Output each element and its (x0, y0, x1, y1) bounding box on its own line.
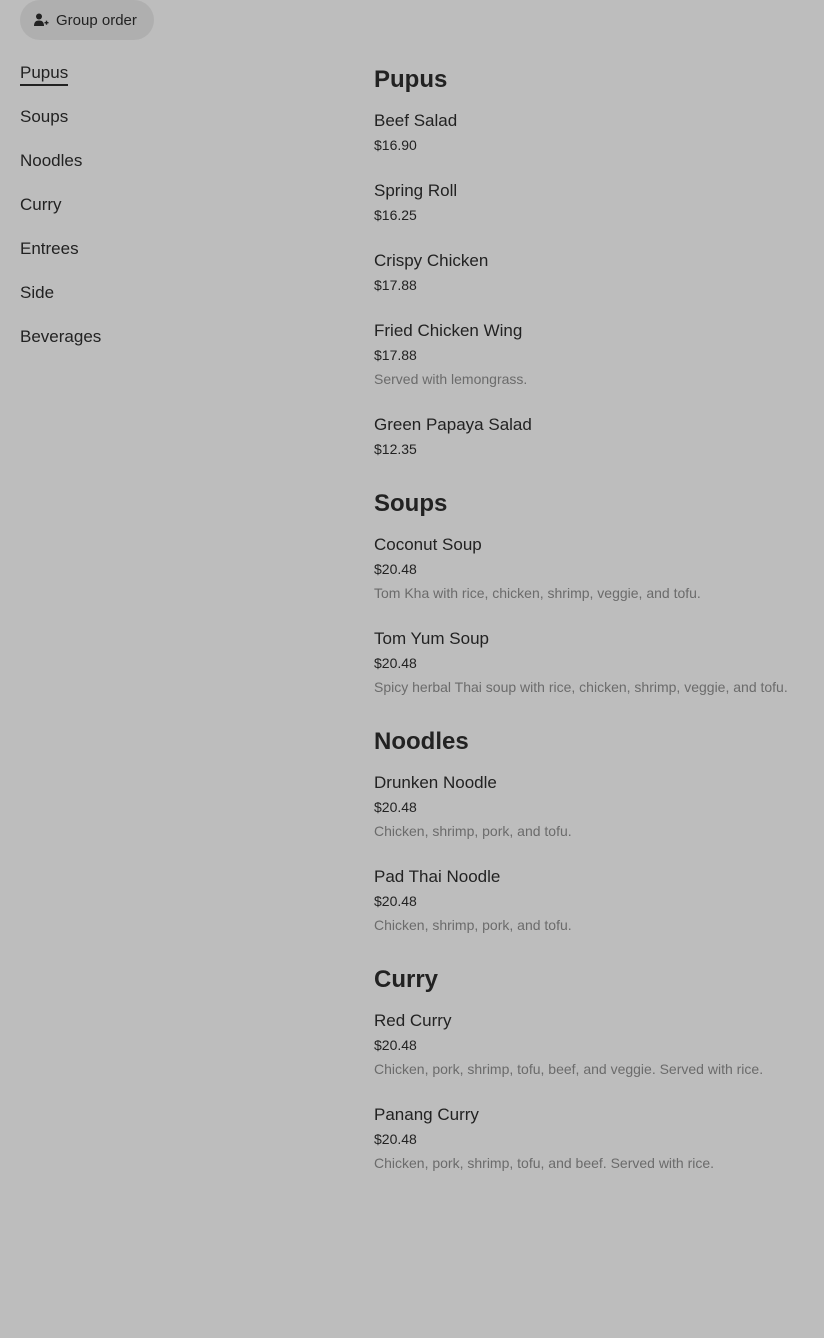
item-name: Beef Salad (374, 111, 458, 130)
menu-item[interactable]: Panang Curry $20.48 Chicken, pork, shrim… (374, 1104, 814, 1172)
item-description: Tom Kha with rice, chicken, shrimp, vegg… (374, 585, 701, 601)
menu-item[interactable]: Red Curry $20.48 Chicken, pork, shrimp, … (374, 1010, 814, 1078)
item-name: Red Curry (374, 1011, 452, 1030)
item-name: Drunken Noodle (374, 773, 497, 792)
nav-item-entrees[interactable]: Entrees (20, 238, 101, 282)
item-name: Panang Curry (374, 1105, 479, 1124)
item-description: Chicken, pork, shrimp, tofu, and beef. S… (374, 1155, 715, 1171)
menu-item[interactable]: Coconut Soup $20.48 Tom Kha with rice, c… (374, 534, 814, 602)
nav-item-pupus[interactable]: Pupus (20, 62, 101, 106)
item-price: $20.48 (374, 1037, 417, 1053)
group-order-label: Group order (56, 11, 137, 29)
item-price: $20.48 (374, 799, 417, 815)
item-name: Crispy Chicken (374, 251, 489, 270)
menu-item[interactable]: Fried Chicken Wing $17.88 Served with le… (374, 320, 814, 388)
menu-list: Pupus Beef Salad $16.90 Spring Roll $16.… (374, 64, 814, 1202)
item-name: Green Papaya Salad (374, 415, 532, 434)
nav-item-soups[interactable]: Soups (20, 106, 101, 150)
nav-item-beverages[interactable]: Beverages (20, 326, 101, 370)
item-name: Coconut Soup (374, 535, 482, 554)
menu-item[interactable]: Drunken Noodle $20.48 Chicken, shrimp, p… (374, 772, 814, 840)
item-name: Spring Roll (374, 181, 458, 200)
nav-item-side[interactable]: Side (20, 282, 101, 326)
item-description: Chicken, shrimp, pork, and tofu. (374, 917, 572, 933)
item-price: $20.48 (374, 1131, 417, 1147)
menu-item[interactable]: Spring Roll $16.25 (374, 180, 814, 224)
item-price: $16.90 (374, 137, 417, 153)
menu-item[interactable]: Beef Salad $16.90 (374, 110, 814, 154)
section-title: Pupus (374, 66, 448, 93)
item-price: $12.35 (374, 441, 417, 457)
section-title: Noodles (374, 728, 469, 755)
item-price: $17.88 (374, 347, 417, 363)
menu-item[interactable]: Tom Yum Soup $20.48 Spicy herbal Thai so… (374, 628, 814, 696)
nav-item-curry[interactable]: Curry (20, 194, 101, 238)
item-description: Chicken, pork, shrimp, tofu, beef, and v… (374, 1061, 764, 1077)
item-price: $16.25 (374, 207, 417, 223)
item-name: Pad Thai Noodle (374, 867, 501, 886)
menu-section-curry: Curry Red Curry $20.48 Chicken, pork, sh… (374, 964, 814, 1172)
section-title: Soups (374, 490, 448, 517)
item-price: $20.48 (374, 893, 417, 909)
nav-item-noodles[interactable]: Noodles (20, 150, 101, 194)
section-title: Curry (374, 966, 439, 993)
menu-item[interactable]: Green Papaya Salad $12.35 (374, 414, 814, 458)
menu-item[interactable]: Pad Thai Noodle $20.48 Chicken, shrimp, … (374, 866, 814, 934)
item-price: $17.88 (374, 277, 417, 293)
menu-section-noodles: Noodles Drunken Noodle $20.48 Chicken, s… (374, 726, 814, 934)
menu-item[interactable]: Crispy Chicken $17.88 (374, 250, 814, 294)
item-name: Fried Chicken Wing (374, 321, 523, 340)
item-description: Chicken, shrimp, pork, and tofu. (374, 823, 572, 839)
menu-section-soups: Soups Coconut Soup $20.48 Tom Kha with r… (374, 488, 814, 696)
item-name: Tom Yum Soup (374, 629, 489, 648)
group-order-button[interactable]: Group order (20, 0, 154, 40)
item-price: $20.48 (374, 655, 417, 671)
menu-section-pupus: Pupus Beef Salad $16.90 Spring Roll $16.… (374, 64, 814, 458)
item-price: $20.48 (374, 561, 417, 577)
item-description: Spicy herbal Thai soup with rice, chicke… (374, 679, 788, 695)
category-nav: Pupus Soups Noodles Curry Entrees Side B… (20, 62, 101, 370)
item-description: Served with lemongrass. (374, 371, 528, 387)
person-add-icon (32, 11, 50, 29)
